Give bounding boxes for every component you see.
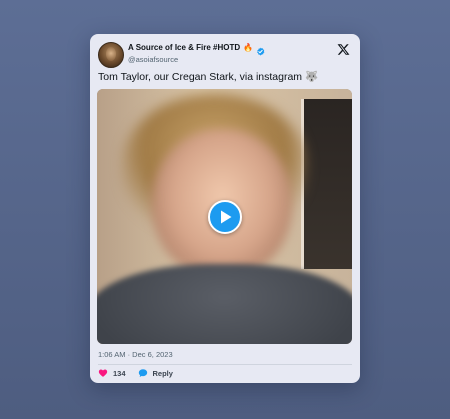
video-subject-shirt: [97, 264, 352, 344]
verified-badge-icon: [256, 43, 265, 56]
tweet-header: A Source of Ice & Fire #HOTD 🔥 @asoiafso…: [98, 42, 352, 68]
author-handle[interactable]: @asoiafsource: [128, 55, 178, 64]
reply-button[interactable]: Reply: [138, 368, 173, 378]
like-button[interactable]: 134: [98, 368, 126, 378]
play-icon: [220, 210, 231, 223]
avatar[interactable]: [98, 42, 124, 68]
tweet-card[interactable]: A Source of Ice & Fire #HOTD 🔥 @asoiafso…: [90, 34, 360, 383]
fire-emoji: 🔥: [243, 42, 254, 52]
video-background-door: [301, 99, 352, 269]
tweet-actions: 134 Reply: [98, 368, 173, 378]
author-name-row: A Source of Ice & Fire #HOTD 🔥: [128, 42, 265, 56]
like-count: 134: [113, 368, 126, 378]
x-logo-icon[interactable]: [337, 43, 350, 56]
play-button[interactable]: [207, 199, 242, 234]
avatar-face: [106, 47, 116, 61]
tweet-text: Tom Taylor, our Cregan Stark, via instag…: [98, 71, 319, 83]
heart-icon: [98, 368, 108, 378]
author-display-name[interactable]: A Source of Ice & Fire #HOTD: [128, 43, 240, 52]
divider: [98, 364, 352, 365]
reply-label: Reply: [152, 368, 173, 378]
tweet-timestamp[interactable]: 1:06 AM · Dec 6, 2023: [98, 350, 173, 359]
tweet-video[interactable]: [97, 89, 352, 344]
reply-bubble-icon: [138, 368, 148, 378]
